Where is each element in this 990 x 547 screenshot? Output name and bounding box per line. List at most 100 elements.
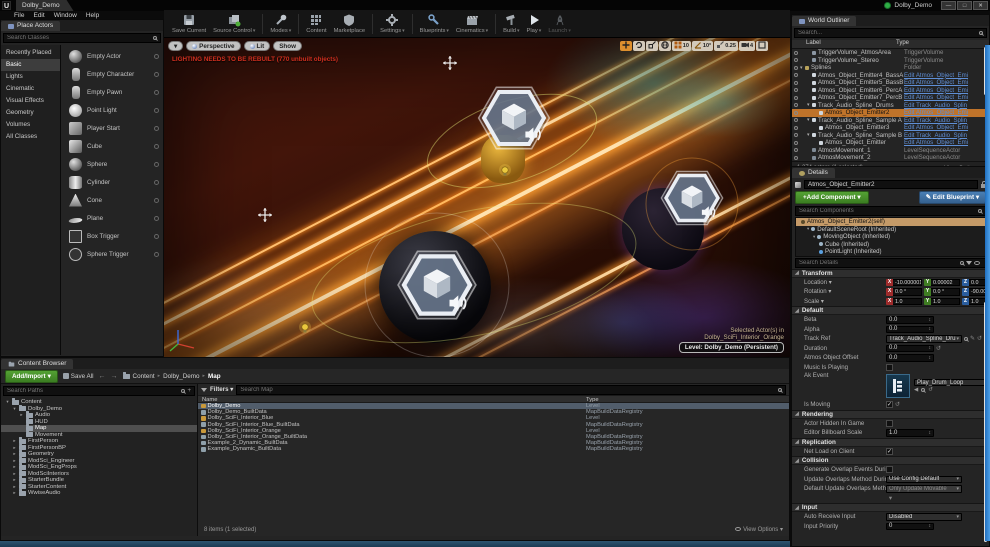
- category-volumes[interactable]: Volumes: [1, 119, 60, 131]
- place-actor-box-trigger[interactable]: Box Trigger: [61, 227, 163, 245]
- viewport-options-button[interactable]: ▾: [168, 41, 184, 51]
- location-y-value[interactable]: 0.00002: [931, 278, 960, 286]
- reset-icon[interactable]: ↺: [977, 335, 982, 342]
- category-geometry[interactable]: Geometry: [1, 107, 60, 119]
- asset-row-example-dynamic-builtdata[interactable]: Example_Dynamic_BuiltData MapBuildDataReg…: [198, 446, 789, 452]
- level-badge[interactable]: Level: Dolby_Demo (Persistent): [678, 342, 784, 353]
- visibility-eye-icon[interactable]: [794, 118, 798, 123]
- rotation-y-value[interactable]: 0.0 °: [931, 288, 960, 296]
- world-space-button[interactable]: [658, 41, 671, 51]
- visibility-eye-icon[interactable]: [794, 103, 798, 108]
- advanced-expander[interactable]: ▾: [792, 494, 989, 504]
- menu-help[interactable]: Help: [86, 12, 99, 19]
- edit-asset-link[interactable]: Edit Track_Audio_Splin: [904, 117, 988, 124]
- world-outliner-tab[interactable]: World Outliner: [792, 16, 857, 26]
- toolbar-source-control-button[interactable]: Source Control ▾: [213, 13, 255, 34]
- visibility-eye-icon[interactable]: [794, 80, 798, 85]
- camera-speed-button[interactable]: 4: [738, 41, 755, 51]
- editor-billboard-scale-field[interactable]: 1.0 ↕: [886, 429, 934, 437]
- atmos-object-offset-field[interactable]: 0.0 ↕: [886, 354, 934, 362]
- outliner-row[interactable]: TriggerVolume_AtmosArea TriggerVolume: [792, 49, 989, 57]
- level-viewport[interactable]: ▾ Perspective Lit Show LIGHTING NEEDS TO…: [164, 38, 790, 357]
- alpha-field[interactable]: 0.0 ↕: [886, 325, 934, 333]
- edit-asset-link[interactable]: Edit Atmos_Object_Emi: [904, 109, 988, 116]
- maximize-viewport-button[interactable]: [756, 41, 768, 51]
- search-classes-input[interactable]: [7, 35, 151, 41]
- reset-icon[interactable]: ↺: [936, 345, 941, 352]
- track-ref-dropdown[interactable]: Track_Audio_Spline_Drums ▾: [886, 335, 962, 343]
- place-actor-empty-character[interactable]: Empty Character: [61, 65, 163, 83]
- visibility-eye-icon[interactable]: [794, 148, 798, 153]
- category-visual-effects[interactable]: Visual Effects: [1, 95, 60, 107]
- edit-asset-link[interactable]: Edit Atmos_Object_Emi: [904, 94, 988, 101]
- reset-icon[interactable]: ↺: [928, 387, 933, 393]
- search-icon[interactable]: [921, 388, 926, 393]
- rotation-x-value[interactable]: 0.0 °: [893, 288, 922, 296]
- project-tab[interactable]: Dolby_Demo: [16, 0, 74, 11]
- toolbar-play-button[interactable]: Play ▾: [527, 13, 541, 34]
- outliner-row[interactable]: Atmos_Object_Emitter4_BassA Edit Atmos_Ob…: [792, 72, 989, 80]
- search-components-input[interactable]: [799, 208, 976, 214]
- outliner-row[interactable]: ▾ Splines Folder: [792, 64, 989, 72]
- reset-icon[interactable]: ↺: [895, 401, 900, 408]
- visibility-eye-icon[interactable]: [794, 140, 798, 145]
- breadcrumb-content[interactable]: Content: [133, 373, 155, 380]
- place-actor-empty-pawn[interactable]: Empty Pawn: [61, 83, 163, 101]
- section-header-rendering[interactable]: ◢ Rendering: [792, 409, 989, 419]
- menu-edit[interactable]: Edit: [33, 12, 44, 19]
- edit-asset-link[interactable]: Edit Track_Audio_Splin: [904, 102, 988, 109]
- duration-field[interactable]: 0.0 ↕: [886, 344, 934, 352]
- visibility-eye-icon[interactable]: [794, 110, 798, 115]
- forward-button[interactable]: →: [111, 373, 118, 380]
- section-header-default[interactable]: ◢ Default: [792, 306, 989, 315]
- type-column-header[interactable]: Type: [896, 40, 909, 48]
- outliner-row[interactable]: Atmos_Object_Emitter7_PercB Edit Atmos_Ob…: [792, 94, 989, 102]
- category-lights[interactable]: Lights: [1, 71, 60, 83]
- search-details-input[interactable]: [799, 259, 958, 266]
- generate-overlap-events-durin-checkbox[interactable]: [886, 466, 893, 474]
- section-header-input[interactable]: ◢ Input: [792, 503, 989, 512]
- move-gizmo-icon[interactable]: [443, 56, 457, 70]
- place-actor-cylinder[interactable]: Cylinder: [61, 173, 163, 191]
- category-recently-placed[interactable]: Recently Placed: [1, 47, 60, 59]
- component-row[interactable]: ▾ MovingObject (Inherited): [796, 233, 985, 241]
- cb-view-options[interactable]: View Options ▾: [735, 526, 783, 533]
- add-component-button[interactable]: +Add Component ▾: [795, 191, 869, 204]
- place-actor-plane[interactable]: Plane: [61, 209, 163, 227]
- menu-file[interactable]: File: [14, 12, 24, 19]
- toolbar-marketplace-button[interactable]: Marketplace: [334, 13, 365, 34]
- use-selected-icon[interactable]: ◀: [914, 387, 918, 393]
- visibility-eye-icon[interactable]: [794, 125, 798, 130]
- location-x-value[interactable]: -10.000001: [893, 278, 922, 286]
- edit-asset-link[interactable]: Edit Track_Audio_Splin: [904, 132, 988, 139]
- outliner-row[interactable]: Atmos_Object_Emitter Edit Atmos_Object_Em…: [792, 139, 989, 147]
- label-column-header[interactable]: Label: [792, 40, 896, 48]
- show-button[interactable]: Show: [273, 41, 303, 51]
- place-actor-point-light[interactable]: Point Light: [61, 101, 163, 119]
- toolbar-save-current-button[interactable]: Save Current: [172, 13, 206, 34]
- scale-x-value[interactable]: 1.0: [893, 297, 922, 305]
- search-paths-input[interactable]: [7, 388, 180, 394]
- toolbar-content-button[interactable]: Content: [306, 13, 327, 34]
- update-overlaps-method-durin-dropdown[interactable]: Use Config Default ▾: [886, 475, 962, 483]
- edit-asset-link[interactable]: Edit Atmos_Object_Emi: [904, 139, 988, 146]
- category-all-classes[interactable]: All Classes: [1, 131, 60, 143]
- outliner-row[interactable]: ▾ Track_Audio_Spline_Drums Edit Track_Audi…: [792, 102, 989, 110]
- visibility-eye-icon[interactable]: [794, 88, 798, 93]
- content-browser-tab[interactable]: Content Browser: [1, 359, 74, 369]
- place-actor-sphere-trigger[interactable]: Sphere Trigger: [61, 245, 163, 263]
- visibility-eye-icon[interactable]: [794, 95, 798, 100]
- visibility-eye-icon[interactable]: [794, 50, 798, 55]
- edit-icon[interactable]: ✎: [970, 335, 975, 342]
- scale-y-value[interactable]: 1.0: [931, 297, 960, 305]
- breadcrumb-dolby-demo[interactable]: Dolby_Demo: [163, 373, 199, 380]
- toolbar-cinematics-button[interactable]: Cinematics ▾: [456, 13, 488, 34]
- outliner-row[interactable]: Atmos_Object_Emitter2 Edit Atmos_Object_E…: [792, 109, 989, 117]
- atmos-emitter-icon[interactable]: [660, 170, 724, 226]
- rotation-snap-button[interactable]: 10°: [691, 41, 714, 51]
- toolbar-blueprints-button[interactable]: Blueprints ▾: [420, 13, 449, 34]
- music-is-playing-checkbox[interactable]: [886, 363, 893, 371]
- edit-asset-link[interactable]: Edit Atmos_Object_Emi: [904, 79, 988, 86]
- minimize-button[interactable]: —: [941, 1, 956, 10]
- category-basic[interactable]: Basic: [1, 59, 60, 71]
